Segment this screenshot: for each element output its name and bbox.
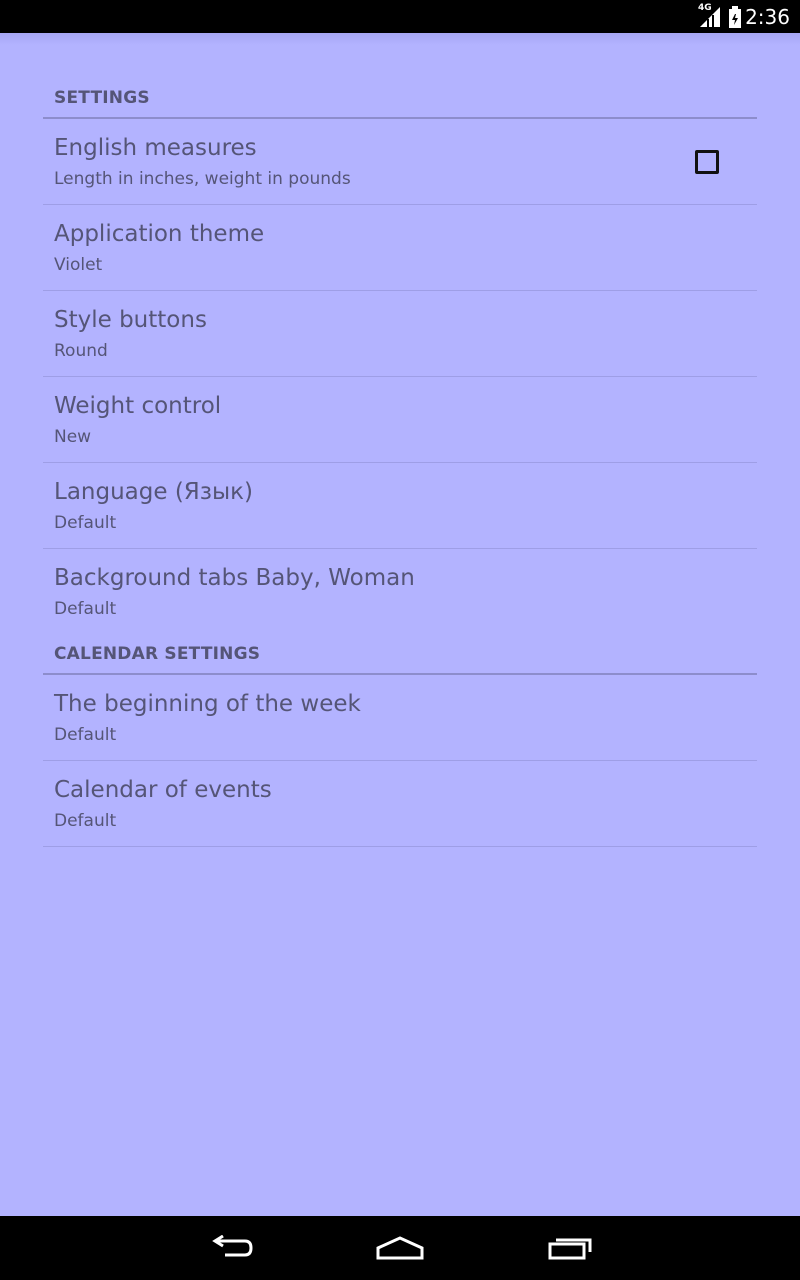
pref-title: Weight control bbox=[54, 393, 222, 419]
home-icon bbox=[376, 1236, 424, 1260]
pref-summary: Round bbox=[54, 341, 108, 361]
back-button[interactable] bbox=[200, 1230, 260, 1266]
recents-button[interactable] bbox=[541, 1230, 601, 1266]
pref-summary: Default bbox=[54, 811, 117, 831]
category-calendar-settings: CALENDAR SETTINGS bbox=[43, 615, 757, 675]
network-type-label: 4G bbox=[698, 3, 712, 13]
pref-summary: Violet bbox=[54, 255, 103, 275]
pref-summary: New bbox=[54, 427, 92, 447]
pref-summary: Default bbox=[54, 725, 117, 745]
category-title: SETTINGS bbox=[54, 88, 150, 108]
recents-icon bbox=[548, 1238, 592, 1260]
pref-title: English measures bbox=[54, 135, 257, 161]
pref-application-theme[interactable]: Application theme Violet bbox=[43, 205, 757, 291]
pref-title: Calendar of events bbox=[54, 777, 272, 803]
pref-calendar-of-events[interactable]: Calendar of events Default bbox=[43, 761, 757, 847]
pref-title: The beginning of the week bbox=[54, 691, 361, 717]
pref-title: Style buttons bbox=[54, 307, 207, 333]
pref-language[interactable]: Language (Язык) Default bbox=[43, 463, 757, 549]
clock: 2:36 bbox=[745, 5, 790, 29]
home-button[interactable] bbox=[370, 1230, 430, 1266]
category-title: CALENDAR SETTINGS bbox=[54, 644, 261, 664]
category-settings: SETTINGS bbox=[43, 45, 757, 119]
pref-weight-control[interactable]: Weight control New bbox=[43, 377, 757, 463]
navigation-bar bbox=[0, 1216, 800, 1280]
status-bar: 4G 2:36 bbox=[0, 0, 800, 33]
pref-title: Application theme bbox=[54, 221, 265, 247]
english-measures-checkbox[interactable] bbox=[695, 150, 719, 174]
pref-style-buttons[interactable]: Style buttons Round bbox=[43, 291, 757, 377]
back-icon bbox=[212, 1235, 253, 1257]
pref-beginning-of-week[interactable]: The beginning of the week Default bbox=[43, 675, 757, 761]
battery-icon bbox=[728, 6, 742, 32]
pref-summary: Default bbox=[54, 513, 117, 533]
pref-title: Background tabs Baby, Woman bbox=[54, 565, 415, 591]
pref-summary: Length in inches, weight in pounds bbox=[54, 169, 351, 189]
pref-english-measures[interactable]: English measures Length in inches, weigh… bbox=[43, 119, 757, 205]
preferences-list: SETTINGS English measures Length in inch… bbox=[43, 45, 757, 847]
pref-title: Language (Язык) bbox=[54, 479, 254, 505]
signal-icon: 4G bbox=[698, 3, 722, 31]
action-bar-shadow bbox=[0, 33, 800, 45]
